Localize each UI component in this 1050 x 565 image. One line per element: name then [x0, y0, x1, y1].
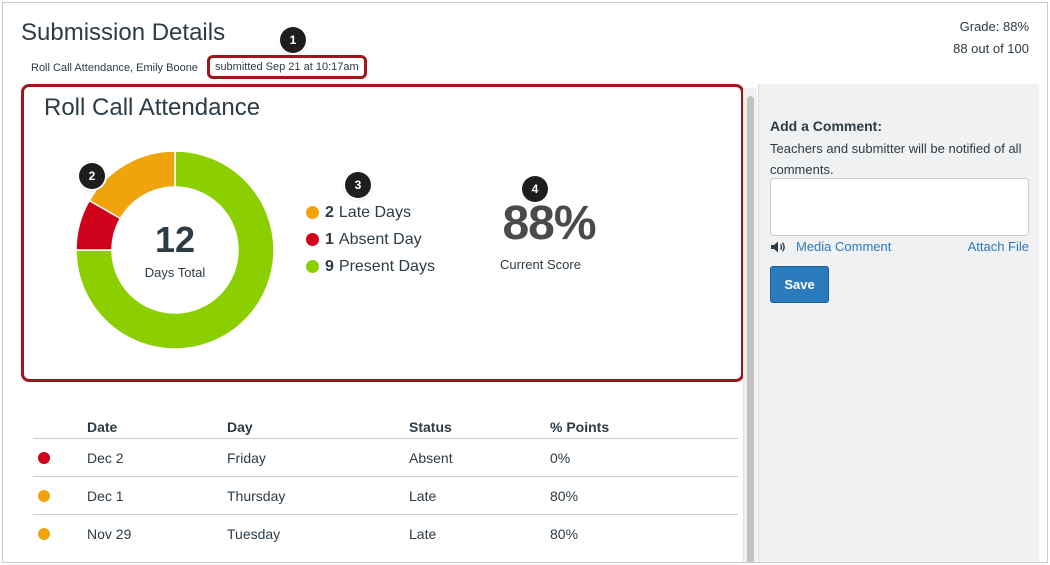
row-day: Tuesday: [227, 526, 281, 542]
speaker-icon: [771, 241, 785, 252]
submission-details-window: Submission Details Roll Call Attendance,…: [2, 2, 1048, 563]
absent-count: 1: [325, 230, 334, 248]
callout-3: 3: [345, 172, 371, 198]
row-points: 80%: [550, 487, 579, 504]
row-status-cell: [33, 528, 87, 540]
page-title: Submission Details: [21, 19, 226, 46]
column-header-date: Date: [87, 418, 118, 435]
attendance-legend: 2 Late Days 1 Absent Day 9 Present Days: [306, 199, 435, 280]
summary-title: Roll Call Attendance: [44, 94, 261, 121]
present-dot-icon: [306, 260, 319, 273]
attendance-summary: Roll Call Attendance 12 Days Total 2 Lat…: [21, 84, 744, 382]
legend-late: 2 Late Days: [306, 199, 435, 226]
legend-present: 9 Present Days: [306, 253, 435, 280]
row-status-cell: [33, 489, 87, 502]
callout-4: 4: [522, 176, 548, 202]
table-row: Dec 1 Thursday Late 80%: [33, 477, 738, 515]
assignment-user-label: Roll Call Attendance, Emily Boone: [31, 62, 198, 74]
row-points: 0%: [550, 449, 571, 466]
current-score-caption: Current Score: [500, 257, 581, 272]
save-button[interactable]: Save: [770, 266, 829, 303]
row-points: 80%: [550, 526, 579, 542]
grade-points: 88 out of 100: [953, 41, 1029, 56]
table-row: Nov 29 Tuesday Late 80%: [33, 515, 738, 553]
grade-percent: Grade: 88%: [959, 19, 1029, 34]
content-scrollbar[interactable]: [743, 88, 757, 562]
absent-label: Absent Day: [338, 230, 422, 248]
row-date: Nov 29: [87, 526, 132, 542]
late-dot-icon: [38, 528, 50, 540]
row-date: Dec 1: [87, 487, 124, 504]
grade-summary: Grade: 88% 88 out of 100: [953, 16, 1029, 60]
absent-dot-icon: [306, 233, 319, 246]
legend-absent: 1 Absent Day: [306, 226, 435, 253]
media-comment-link[interactable]: Media Comment: [796, 239, 891, 254]
row-status: Late: [409, 526, 437, 542]
late-count: 2: [325, 203, 334, 221]
attach-file-link[interactable]: Attach File: [968, 239, 1029, 254]
comment-input[interactable]: [770, 178, 1029, 236]
donut-center: 12 Days Total: [75, 150, 275, 350]
late-label: Late Days: [338, 203, 411, 221]
table-header: Date Day Status % Points: [33, 415, 738, 439]
late-dot-icon: [306, 206, 319, 219]
late-dot-icon: [38, 489, 50, 502]
submitted-timestamp: submitted Sep 21 at 10:17am: [206, 55, 367, 79]
column-header-status: Status: [409, 418, 452, 435]
submission-subline: Roll Call Attendance, Emily Boone submit…: [31, 55, 367, 80]
total-days-caption: Days Total: [144, 264, 206, 280]
attendance-table: Date Day Status % Points Dec 2 Friday Ab…: [33, 415, 738, 553]
comment-actions: Media Comment Attach File: [770, 239, 1029, 254]
add-comment-label: Add a Comment:: [770, 118, 882, 134]
comment-sidebar: Add a Comment: Teachers and submitter wi…: [758, 84, 1039, 562]
row-status: Late: [409, 487, 437, 504]
present-count: 9: [325, 257, 334, 275]
callout-1: 1: [280, 27, 306, 53]
current-score: 88% Current Score: [494, 197, 604, 272]
row-date: Dec 2: [87, 449, 124, 466]
row-status: Absent: [409, 449, 453, 466]
present-label: Present Days: [338, 257, 435, 275]
callout-2: 2: [79, 163, 105, 189]
table-row: Dec 2 Friday Absent 0%: [33, 439, 738, 477]
total-days-number: 12: [154, 218, 196, 260]
current-score-value: 88%: [502, 197, 596, 250]
row-day: Thursday: [227, 487, 286, 504]
comment-help-text: Teachers and submitter will be notified …: [770, 141, 1022, 177]
column-header-day: Day: [227, 418, 253, 435]
row-day: Friday: [227, 449, 266, 466]
column-header-points: % Points: [550, 418, 610, 435]
absent-dot-icon: [38, 451, 50, 464]
row-status-cell: [33, 451, 87, 464]
scrollbar-thumb[interactable]: [747, 96, 754, 562]
